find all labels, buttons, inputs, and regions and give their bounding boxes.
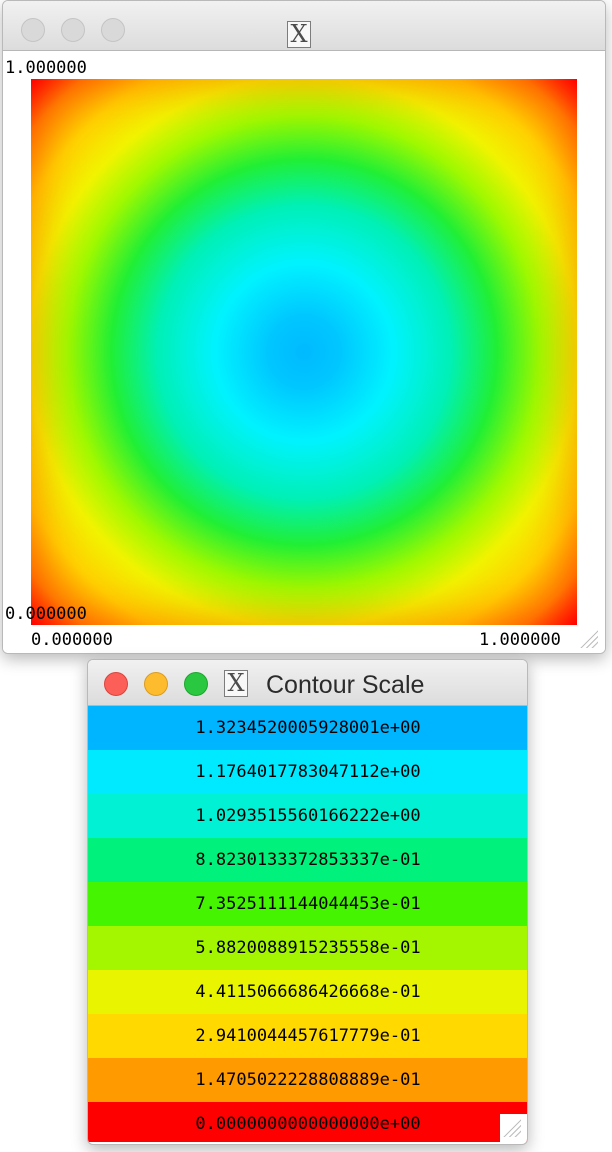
contour-scale-window: X Contour Scale 1.3234520005928001e+00 1…: [87, 659, 528, 1145]
scale-row: 4.4115066686426668e-01: [88, 970, 527, 1014]
resize-grip-icon[interactable]: [578, 628, 598, 648]
x-axis-max-label: 1.000000: [479, 630, 561, 650]
close-button[interactable]: [104, 672, 128, 696]
scale-value: 1.1764017783047112e+00: [195, 762, 421, 782]
x11-icon: X: [224, 670, 248, 697]
x11-icon: X: [287, 21, 311, 48]
scale-row: 5.8820088915235558e-01: [88, 926, 527, 970]
scale-row: 1.0293515560166222e+00: [88, 794, 527, 838]
scale-row: 0.0000000000000000e+00: [88, 1102, 527, 1142]
minimize-button[interactable]: [144, 672, 168, 696]
close-button[interactable]: [21, 18, 45, 42]
scale-row: 8.8230133372853337e-01: [88, 838, 527, 882]
scale-value: 2.9410044457617779e-01: [195, 1026, 421, 1046]
resize-grip-icon[interactable]: [500, 1114, 527, 1142]
contour-titlebar[interactable]: X Contour Scale: [88, 660, 527, 706]
window-title: Contour Scale: [266, 671, 425, 699]
scale-row: 7.3525111144044453e-01: [88, 882, 527, 926]
scale-row: 1.4705022228808889e-01: [88, 1058, 527, 1102]
scale-value: 5.8820088915235558e-01: [195, 938, 421, 958]
y-axis-max-label: 1.000000: [5, 58, 87, 78]
contour-plot-window: X 1.000000 0.000000 0.000000 1.000000: [2, 0, 606, 654]
maximize-button[interactable]: [184, 672, 208, 696]
x-axis-min-label: 0.000000: [31, 630, 113, 650]
contour-heatmap: [31, 79, 577, 625]
scale-row: 2.9410044457617779e-01: [88, 1014, 527, 1058]
scale-row: 1.3234520005928001e+00: [88, 706, 527, 750]
plot-area[interactable]: 1.000000 0.000000 0.000000 1.000000: [3, 51, 605, 653]
y-axis-min-label: 0.000000: [5, 604, 87, 624]
plot-titlebar[interactable]: X: [3, 1, 605, 51]
contour-scale-list: 1.3234520005928001e+00 1.176401778304711…: [88, 706, 527, 1142]
scale-value: 1.3234520005928001e+00: [195, 718, 421, 738]
scale-row: 1.1764017783047112e+00: [88, 750, 527, 794]
scale-value: 1.4705022228808889e-01: [195, 1070, 421, 1090]
scale-value: 7.3525111144044453e-01: [195, 894, 421, 914]
scale-value: 0.0000000000000000e+00: [195, 1114, 421, 1134]
scale-value: 8.8230133372853337e-01: [195, 850, 421, 870]
maximize-button[interactable]: [101, 18, 125, 42]
scale-value: 4.4115066686426668e-01: [195, 982, 421, 1002]
minimize-button[interactable]: [61, 18, 85, 42]
scale-value: 1.0293515560166222e+00: [195, 806, 421, 826]
